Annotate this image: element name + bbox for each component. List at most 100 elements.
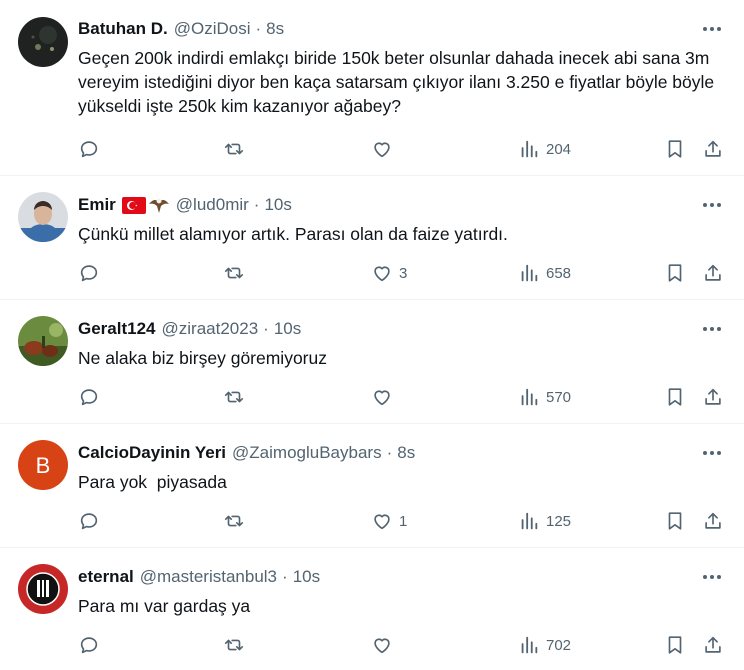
bookmark-button[interactable]	[664, 261, 686, 285]
tweet-text: Geçen 200k indirdi emlakçı biride 150k b…	[78, 48, 715, 116]
bookmark-icon	[664, 138, 686, 160]
avatar[interactable]	[18, 192, 68, 242]
bookmark-icon	[664, 262, 686, 284]
reply-button[interactable]	[78, 137, 100, 161]
avatar[interactable]	[18, 17, 68, 67]
separator-dot: ·	[253, 195, 260, 214]
timestamp[interactable]: 10s	[264, 195, 291, 215]
avatar[interactable]	[18, 316, 68, 366]
bookmark-button[interactable]	[664, 509, 686, 533]
like-button[interactable]: 1	[371, 509, 407, 533]
share-icon	[702, 386, 724, 408]
views-icon	[518, 138, 540, 160]
like-button[interactable]	[371, 633, 399, 657]
separator-dot: ·	[263, 319, 269, 338]
views-button[interactable]: 204	[518, 137, 571, 161]
bookmark-icon	[664, 634, 686, 656]
tweet-actions: 570	[78, 385, 728, 409]
more-options-icon[interactable]	[702, 567, 722, 587]
more-options-icon[interactable]	[702, 195, 722, 215]
timestamp[interactable]: 10s	[293, 567, 320, 587]
author-handle[interactable]: @ziraat2023	[162, 319, 259, 339]
tweet-text: Ne alaka biz birşey göremiyoruz	[78, 348, 327, 368]
views-button[interactable]: 702	[518, 633, 571, 657]
author-handle[interactable]: @ZaimogluBaybars	[232, 443, 382, 463]
author-handle[interactable]: @masteristanbul3	[140, 567, 277, 587]
reply-button[interactable]	[78, 509, 100, 533]
bookmark-button[interactable]	[664, 137, 686, 161]
author-name[interactable]: eternal	[78, 567, 134, 587]
author-emojis	[121, 196, 170, 214]
tweet-item[interactable]: Emir @lud0mir · 10s Çünkü millet alamıyo…	[0, 176, 744, 300]
share-button[interactable]	[702, 261, 724, 285]
reply-button[interactable]	[78, 633, 100, 657]
more-options-icon[interactable]	[702, 319, 722, 339]
share-button[interactable]	[702, 509, 724, 533]
heart-icon	[371, 386, 393, 408]
repost-button[interactable]	[223, 385, 245, 409]
views-count: 702	[546, 636, 572, 654]
tweet-text: Para yok piyasada	[78, 472, 227, 492]
reply-icon	[78, 386, 100, 408]
reply-icon	[78, 138, 100, 160]
author-name[interactable]: Batuhan D.	[78, 19, 168, 39]
more-options-icon[interactable]	[702, 19, 722, 39]
tweet-actions: 204	[78, 137, 728, 161]
tweet-actions: 1 125	[78, 509, 728, 533]
repost-button[interactable]	[223, 261, 245, 285]
separator-dot: ·	[255, 19, 262, 38]
repost-icon	[223, 634, 245, 656]
tweet-item[interactable]: Batuhan D. @OziDosi · 8s Geçen 200k indi…	[0, 0, 744, 176]
like-count: 1	[399, 512, 408, 530]
views-icon	[518, 262, 540, 284]
author-handle[interactable]: @lud0mir	[176, 195, 249, 215]
heart-icon	[371, 634, 393, 656]
like-button[interactable]	[371, 385, 399, 409]
timestamp[interactable]: 8s	[397, 443, 415, 463]
repost-button[interactable]	[223, 137, 245, 161]
views-count: 125	[546, 512, 572, 530]
avatar[interactable]: B	[18, 440, 68, 490]
author-name[interactable]: Emir	[78, 195, 116, 215]
reply-icon	[78, 262, 100, 284]
views-count: 570	[546, 388, 572, 406]
share-button[interactable]	[702, 633, 724, 657]
share-icon	[702, 262, 724, 284]
timestamp[interactable]: 10s	[274, 319, 301, 339]
tweet-item[interactable]: B CalcioDayinin Yeri @ZaimogluBaybars · …	[0, 424, 744, 548]
share-button[interactable]	[702, 137, 724, 161]
tweet-item[interactable]: Geralt124 @ziraat2023 · 10s Ne alaka biz…	[0, 300, 744, 424]
separator-dot: ·	[282, 567, 288, 586]
repost-button[interactable]	[223, 633, 245, 657]
like-button[interactable]	[371, 137, 399, 161]
author-name[interactable]: CalcioDayinin Yeri	[78, 443, 226, 463]
views-button[interactable]: 570	[518, 385, 571, 409]
timestamp[interactable]: 8s	[266, 19, 284, 39]
separator-dot: ·	[386, 443, 393, 462]
reply-button[interactable]	[78, 261, 100, 285]
bookmark-button[interactable]	[664, 633, 686, 657]
more-options-icon[interactable]	[702, 443, 722, 463]
share-button[interactable]	[702, 385, 724, 409]
eagle-icon	[148, 198, 169, 213]
tweet-text: Çünkü millet alamıyor artık. Parası olan…	[78, 224, 508, 244]
heart-icon	[371, 262, 393, 284]
avatar[interactable]	[18, 564, 68, 614]
repost-icon	[223, 138, 245, 160]
views-count: 204	[546, 140, 572, 158]
bookmark-icon	[664, 386, 686, 408]
bookmark-button[interactable]	[664, 385, 686, 409]
repost-button[interactable]	[223, 509, 245, 533]
avatar-letter: B	[36, 453, 51, 478]
reply-button[interactable]	[78, 385, 100, 409]
tweet-item[interactable]: eternal @masteristanbul3 · 10s Para mı v…	[0, 548, 744, 670]
views-count: 658	[546, 264, 572, 282]
views-button[interactable]: 658	[518, 261, 571, 285]
like-button[interactable]: 3	[371, 261, 407, 285]
views-button[interactable]: 125	[518, 509, 571, 533]
author-handle[interactable]: @OziDosi	[174, 19, 251, 39]
repost-icon	[223, 386, 245, 408]
bookmark-icon	[664, 510, 686, 532]
author-name[interactable]: Geralt124	[78, 319, 156, 339]
views-icon	[518, 510, 540, 532]
